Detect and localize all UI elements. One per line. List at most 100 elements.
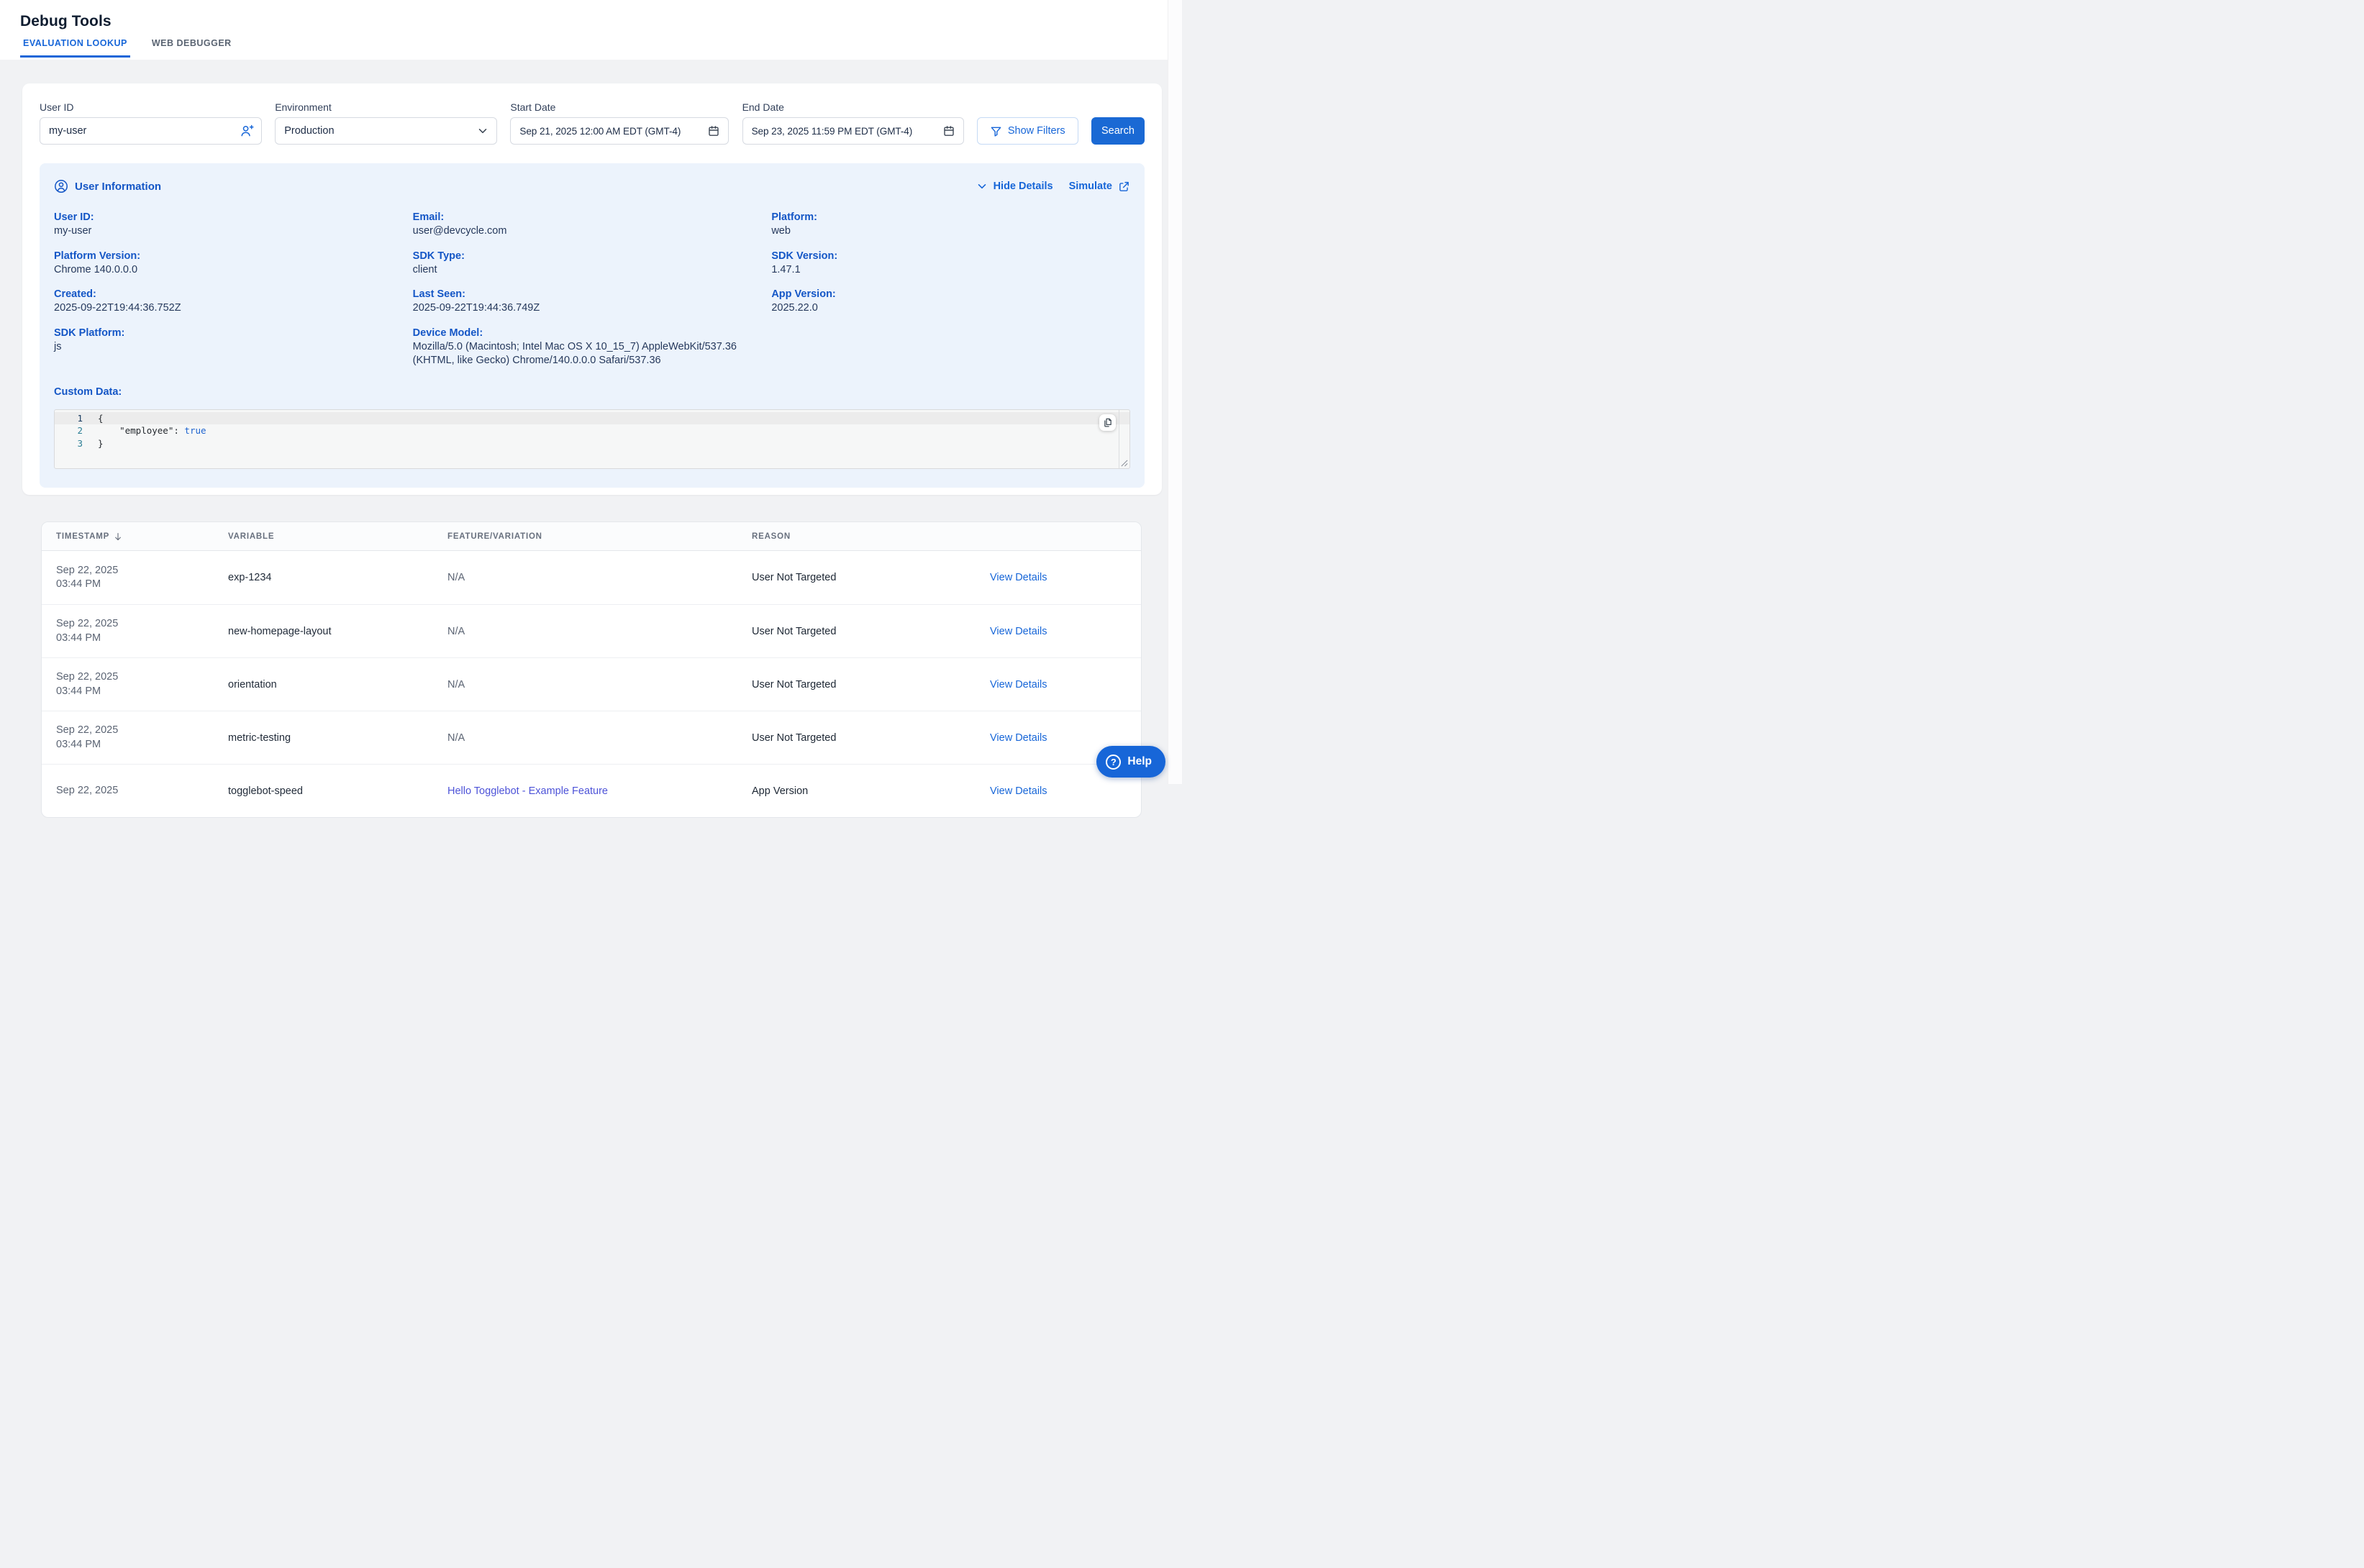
resize-handle[interactable]: [1120, 459, 1128, 467]
code-line: 3}: [55, 437, 1129, 450]
environment-select[interactable]: Production: [275, 117, 497, 145]
feature-link[interactable]: Hello Togglebot - Example Feature: [433, 785, 737, 797]
info-field-email: Email: user@devcycle.com: [413, 211, 772, 239]
column-header-timestamp[interactable]: TIMESTAMP: [42, 532, 214, 542]
timestamp-cell: Sep 22, 2025: [42, 784, 214, 798]
user-information-title: User Information: [54, 179, 161, 193]
environment-field: Environment Production: [275, 101, 497, 145]
info-field-sdk-type: SDK Type: client: [413, 250, 772, 278]
variable-cell: new-homepage-layout: [214, 626, 433, 637]
tab-bar: EVALUATION LOOKUP WEB DEBUGGER: [20, 37, 1182, 58]
table-row: Sep 22, 202503:44 PM exp-1234 N/A User N…: [42, 551, 1141, 604]
custom-data-editor[interactable]: 1{ 2 "employee": true 3}: [54, 409, 1130, 469]
view-details-link[interactable]: View Details: [976, 679, 1141, 690]
info-field-sdk-platform: SDK Platform: js: [54, 327, 413, 368]
variable-cell: orientation: [214, 679, 433, 690]
info-field-platform-version: Platform Version: Chrome 140.0.0.0: [54, 250, 413, 278]
start-date-value: Sep 21, 2025 12:00 AM EDT (GMT-4): [519, 126, 681, 137]
variable-cell: togglebot-speed: [214, 785, 433, 797]
chevron-down-icon: [476, 124, 489, 137]
start-date-field: Start Date Sep 21, 2025 12:00 AM EDT (GM…: [510, 101, 729, 145]
hide-details-button[interactable]: Hide Details: [976, 181, 1053, 192]
table-row: Sep 22, 2025 togglebot-speed Hello Toggl…: [42, 764, 1141, 817]
question-circle-icon: ?: [1106, 755, 1121, 770]
info-field-sdk-version: SDK Version: 1.47.1: [771, 250, 1130, 278]
code-line: 2 "employee": true: [55, 424, 1129, 437]
custom-data-section: Custom Data: 1{ 2 "employee": true 3}: [54, 386, 1130, 469]
user-id-label: User ID: [40, 101, 262, 114]
help-label: Help: [1127, 755, 1152, 768]
simulate-button[interactable]: Simulate: [1069, 181, 1130, 193]
show-filters-label: Show Filters: [1008, 125, 1065, 137]
reason-cell: User Not Targeted: [737, 626, 976, 637]
view-details-link[interactable]: View Details: [976, 572, 1141, 583]
search-button[interactable]: Search: [1091, 117, 1145, 145]
search-label: Search: [1101, 125, 1135, 137]
environment-label: Environment: [275, 101, 497, 114]
code-line: 1{: [55, 412, 1129, 425]
view-details-link[interactable]: View Details: [976, 626, 1141, 637]
copy-icon: [1102, 417, 1113, 428]
user-circle-icon: [54, 179, 68, 193]
column-header-variable[interactable]: VARIABLE: [214, 532, 433, 541]
show-filters-button[interactable]: Show Filters: [977, 117, 1078, 145]
timestamp-cell: Sep 22, 202503:44 PM: [42, 724, 214, 752]
chevron-down-icon: [976, 181, 988, 192]
info-field-app-version: App Version: 2025.22.0: [771, 288, 1130, 316]
user-id-input[interactable]: [49, 125, 240, 137]
variable-cell: exp-1234: [214, 572, 433, 583]
info-field-user-id: User ID: my-user: [54, 211, 413, 239]
view-details-link[interactable]: View Details: [976, 785, 1141, 797]
feature-cell: N/A: [433, 732, 737, 744]
help-button[interactable]: ? Help: [1096, 746, 1165, 778]
copy-button[interactable]: [1099, 414, 1116, 431]
timestamp-cell: Sep 22, 202503:44 PM: [42, 670, 214, 698]
reason-cell: App Version: [737, 785, 976, 797]
reason-cell: User Not Targeted: [737, 572, 976, 583]
top-bar: Debug Tools EVALUATION LOOKUP WEB DEBUGG…: [0, 0, 1182, 60]
start-date-label: Start Date: [510, 101, 729, 114]
view-details-link[interactable]: View Details: [976, 732, 1141, 744]
external-link-icon: [1118, 181, 1130, 193]
page-title: Debug Tools: [20, 12, 1182, 31]
calendar-icon: [707, 124, 720, 137]
end-date-input[interactable]: Sep 23, 2025 11:59 PM EDT (GMT-4): [742, 117, 964, 145]
evaluation-lookup-card: User ID Environment Production: [22, 83, 1162, 495]
sort-desc-icon: [113, 532, 123, 542]
reason-cell: User Not Targeted: [737, 732, 976, 744]
tab-web-debugger[interactable]: WEB DEBUGGER: [149, 37, 235, 58]
page-scrollbar[interactable]: [1168, 0, 1182, 784]
environment-value: Production: [284, 125, 334, 137]
timestamp-cell: Sep 22, 202503:44 PM: [42, 564, 214, 592]
info-field-created: Created: 2025-09-22T19:44:36.752Z: [54, 288, 413, 316]
person-add-icon[interactable]: [240, 124, 254, 138]
column-header-feature-variation[interactable]: FEATURE/VARIATION: [433, 532, 737, 541]
table-row: Sep 22, 202503:44 PM metric-testing N/A …: [42, 711, 1141, 764]
end-date-value: Sep 23, 2025 11:59 PM EDT (GMT-4): [752, 126, 913, 137]
user-info-grid: User ID: my-user Email: user@devcycle.co…: [54, 211, 1130, 368]
tab-evaluation-lookup[interactable]: EVALUATION LOOKUP: [20, 37, 130, 58]
table-row: Sep 22, 202503:44 PM orientation N/A Use…: [42, 657, 1141, 711]
variable-cell: metric-testing: [214, 732, 433, 744]
feature-cell: N/A: [433, 679, 737, 690]
info-field-device-model: Device Model: Mozilla/5.0 (Macintosh; In…: [413, 327, 772, 368]
end-date-field: End Date Sep 23, 2025 11:59 PM EDT (GMT-…: [742, 101, 964, 145]
table-header: TIMESTAMP VARIABLE FEATURE/VARIATION REA…: [42, 522, 1141, 551]
column-header-reason[interactable]: REASON: [737, 532, 976, 541]
start-date-input[interactable]: Sep 21, 2025 12:00 AM EDT (GMT-4): [510, 117, 729, 145]
feature-cell: N/A: [433, 572, 737, 583]
calendar-icon: [942, 124, 955, 137]
user-information-panel: User Information Hide Details Simulate: [40, 163, 1145, 488]
table-row: Sep 22, 202503:44 PM new-homepage-layout…: [42, 604, 1141, 657]
feature-cell: N/A: [433, 626, 737, 637]
info-field-platform: Platform: web: [771, 211, 1130, 239]
timestamp-cell: Sep 22, 202503:44 PM: [42, 617, 214, 645]
end-date-label: End Date: [742, 101, 964, 114]
info-field-last-seen: Last Seen: 2025-09-22T19:44:36.749Z: [413, 288, 772, 316]
filter-row: User ID Environment Production: [40, 101, 1145, 145]
reason-cell: User Not Targeted: [737, 679, 976, 690]
user-id-field: User ID: [40, 101, 262, 145]
evaluations-table: TIMESTAMP VARIABLE FEATURE/VARIATION REA…: [41, 521, 1142, 818]
funnel-icon: [990, 125, 1002, 137]
custom-data-label: Custom Data:: [54, 386, 1130, 399]
